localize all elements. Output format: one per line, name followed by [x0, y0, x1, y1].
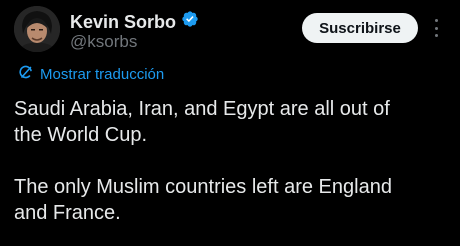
- user-name-row: Kevin Sorbo: [70, 10, 199, 33]
- more-vertical-icon[interactable]: [428, 17, 444, 39]
- tweet-text: Saudi Arabia, Iran, and Egypt are all ou…: [14, 98, 392, 224]
- translate-icon: [18, 64, 34, 86]
- user-handle[interactable]: @ksorbs: [70, 32, 137, 52]
- show-translation-link[interactable]: Mostrar traducción: [18, 64, 164, 86]
- avatar[interactable]: [14, 6, 60, 52]
- subscribe-button[interactable]: Suscribirse: [302, 13, 418, 43]
- verified-badge-icon: [181, 10, 199, 33]
- show-translation-label: Mostrar traducción: [40, 66, 165, 83]
- display-name[interactable]: Kevin Sorbo: [70, 12, 176, 32]
